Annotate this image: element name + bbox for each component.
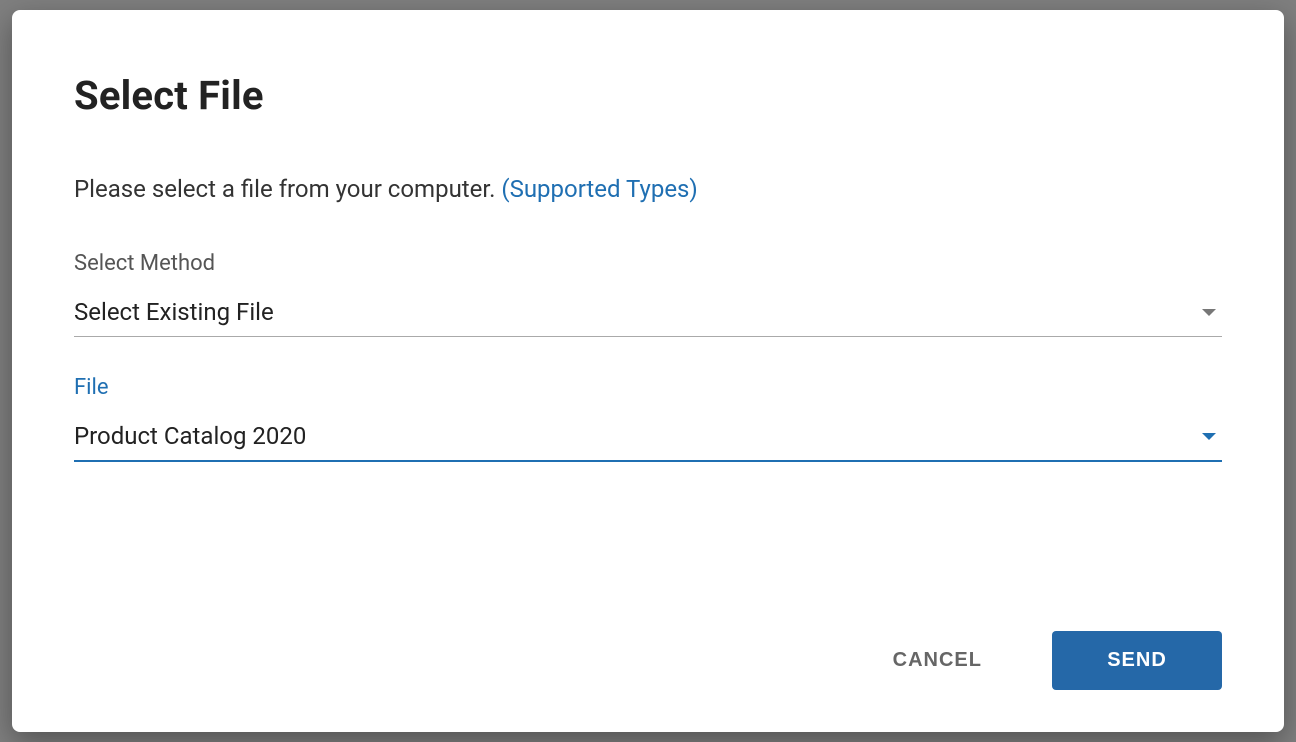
supported-types-link[interactable]: (Supported Types)	[501, 175, 697, 203]
send-button[interactable]: SEND	[1052, 631, 1222, 690]
select-method-field: Select Method Select Existing File	[74, 251, 1222, 337]
select-method-label: Select Method	[74, 251, 1222, 276]
instruction-text: Please select a file from your computer.…	[74, 175, 1222, 203]
select-method-value: Select Existing File	[74, 298, 274, 326]
file-field: File Product Catalog 2020	[74, 375, 1222, 462]
instruction-static: Please select a file from your computer.	[74, 175, 501, 203]
cancel-button[interactable]: CANCEL	[863, 631, 1012, 690]
chevron-down-icon	[1202, 309, 1216, 316]
file-dropdown[interactable]: Product Catalog 2020	[74, 422, 1222, 462]
select-file-modal: Select File Please select a file from yo…	[12, 10, 1284, 732]
file-value: Product Catalog 2020	[74, 422, 306, 450]
modal-title: Select File	[74, 72, 1222, 119]
file-label: File	[74, 375, 1222, 400]
chevron-down-icon	[1202, 433, 1216, 440]
select-method-dropdown[interactable]: Select Existing File	[74, 298, 1222, 337]
modal-actions: CANCEL SEND	[74, 631, 1222, 690]
